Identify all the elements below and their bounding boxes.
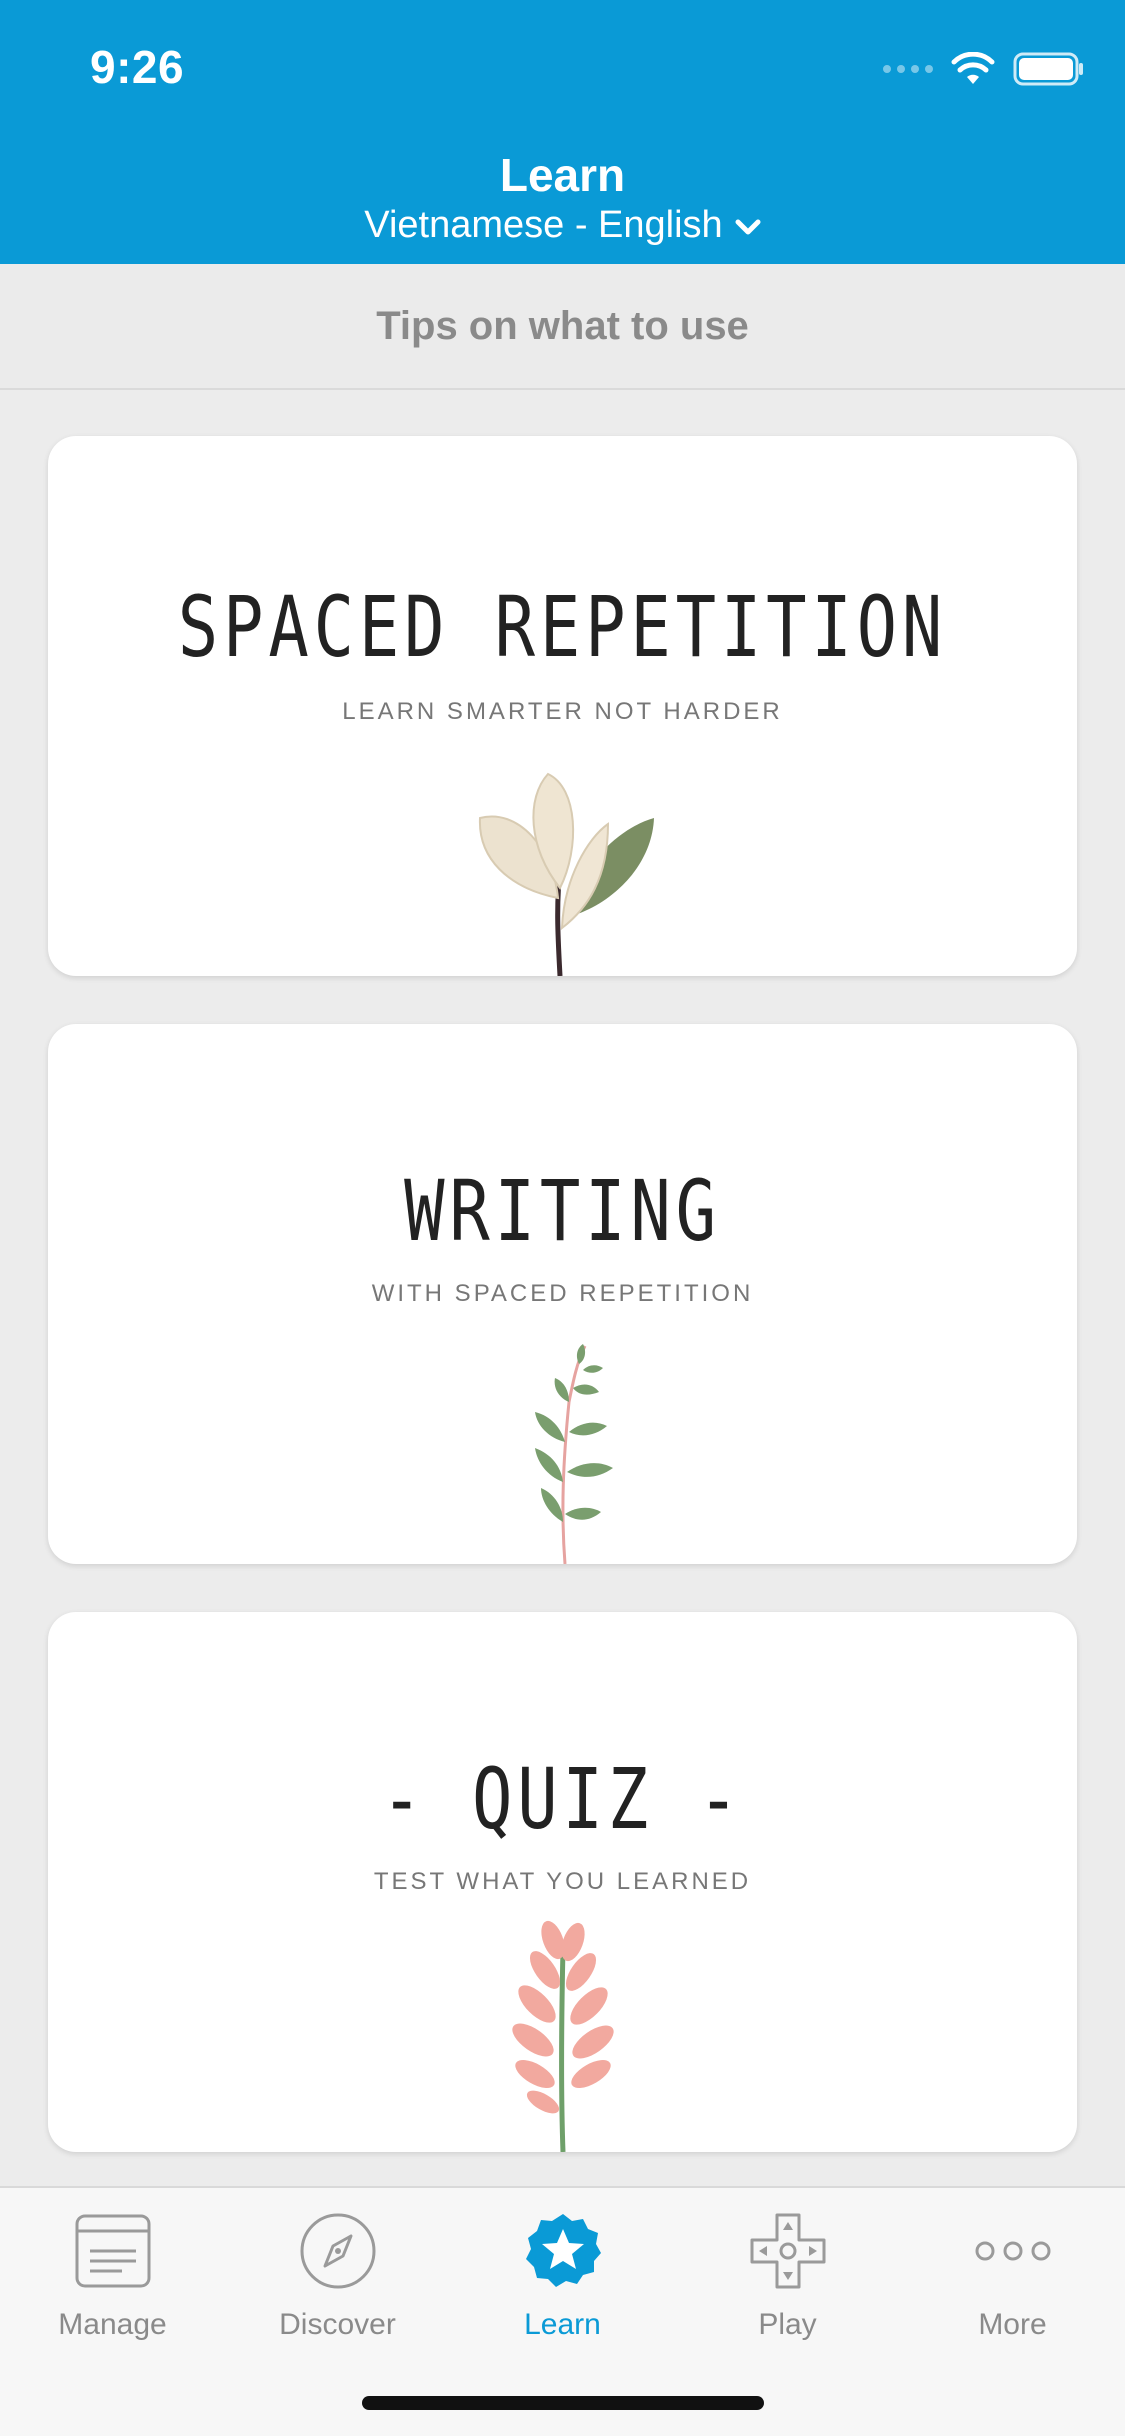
writing-card[interactable]: WRITING WITH SPACED REPETITION: [48, 1024, 1077, 1564]
battery-icon: [1013, 52, 1085, 86]
tips-label: Tips on what to use: [376, 303, 749, 348]
status-time: 9:26: [90, 41, 185, 93]
tab-label: Discover: [279, 2308, 396, 2341]
status-icons: [883, 52, 1085, 86]
tab-more[interactable]: More: [900, 2206, 1125, 2346]
tab-manage[interactable]: Manage: [0, 2206, 225, 2346]
quiz-card[interactable]: - QUIZ - TEST WHAT YOU LEARNED: [48, 1612, 1077, 2152]
gamepad-icon: [749, 2206, 827, 2296]
card-subtitle: LEARN SMARTER NOT HARDER: [342, 698, 783, 725]
tips-button[interactable]: Tips on what to use: [0, 264, 1125, 390]
tab-play[interactable]: Play: [675, 2206, 900, 2346]
language-pair-label: Vietnamese - English: [364, 204, 723, 246]
star-badge-icon: [523, 2206, 603, 2296]
card-title: - QUIZ -: [381, 1750, 744, 1848]
tab-label: Manage: [58, 2308, 167, 2341]
learn-screen: 9:26 Learn Vietnamese - English Tips on …: [0, 0, 1125, 2436]
home-indicator[interactable]: [362, 2396, 764, 2410]
header: 9:26 Learn Vietnamese - English: [0, 0, 1125, 264]
tab-discover[interactable]: Discover: [225, 2206, 450, 2346]
page-title: Learn: [499, 149, 626, 201]
tab-learn[interactable]: Learn: [450, 2206, 675, 2346]
spaced-repetition-card[interactable]: SPACED REPETITION LEARN SMARTER NOT HARD…: [48, 436, 1077, 976]
card-title: WRITING: [404, 1162, 721, 1260]
compass-icon: [299, 2206, 377, 2296]
card-title: SPACED REPETITION: [177, 578, 948, 676]
cellular-signal-icon: [883, 65, 933, 73]
card-subtitle: WITH SPACED REPETITION: [371, 1280, 754, 1307]
chevron-down-icon: [735, 204, 761, 247]
tab-label: Learn: [524, 2308, 601, 2341]
notebook-icon: [74, 2206, 152, 2296]
card-subtitle: TEST WHAT YOU LEARNED: [373, 1868, 752, 1895]
tab-label: Play: [758, 2308, 817, 2341]
magnolia-leaves-icon: [478, 772, 654, 976]
tab-label: More: [978, 2308, 1047, 2341]
wifi-icon: [951, 52, 995, 86]
pink-flower-stalk-icon: [511, 1920, 614, 2152]
eucalyptus-sprig-icon: [534, 1344, 613, 1564]
language-selector[interactable]: Vietnamese - English: [0, 204, 1125, 247]
more-dots-icon: [973, 2206, 1053, 2296]
